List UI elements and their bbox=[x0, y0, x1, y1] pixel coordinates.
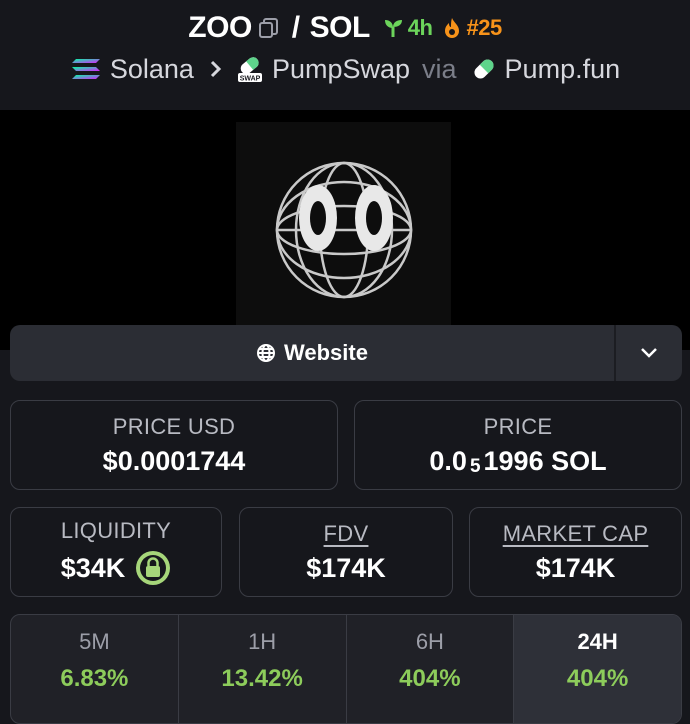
pair-title: ZOO / SOL 4h #25 bbox=[0, 8, 690, 48]
price-usd-label: PRICE USD bbox=[112, 413, 236, 439]
pair-separator: / bbox=[291, 11, 300, 44]
flame-icon bbox=[445, 18, 460, 38]
price-change-tabs: 5M 6.83% 1H 13.42% 6H 404% 24H 404% bbox=[10, 614, 682, 724]
pumpswap-icon: SWAP bbox=[237, 57, 262, 83]
trending-rank-text: #25 bbox=[466, 15, 502, 40]
liquidity-value-row: $34K bbox=[61, 550, 172, 586]
market-cap-label[interactable]: MARKET CAP bbox=[503, 521, 649, 547]
trending-rank: #25 bbox=[442, 15, 502, 41]
globe-icon bbox=[257, 344, 276, 362]
tab-label: 1H bbox=[248, 629, 277, 654]
market-cap-card: MARKET CAP $174K bbox=[469, 507, 682, 597]
fdv-card: FDV $174K bbox=[239, 507, 453, 597]
fdv-value: $174K bbox=[306, 552, 386, 583]
pair-age-text: 4h bbox=[407, 15, 433, 40]
base-token-symbol: ZOO bbox=[188, 11, 252, 44]
quote-token-symbol: SOL bbox=[309, 11, 371, 44]
price-native-prefix: 0.0 bbox=[429, 445, 467, 476]
via-text: via bbox=[422, 53, 457, 84]
solana-icon bbox=[71, 59, 100, 79]
website-button[interactable]: Website bbox=[10, 325, 614, 381]
chevron-right-icon bbox=[210, 60, 222, 78]
links-dropdown-button[interactable] bbox=[614, 325, 682, 381]
tab-label: 24H bbox=[577, 629, 618, 654]
website-label: Website bbox=[284, 340, 368, 365]
token-logo bbox=[236, 122, 451, 337]
launchpad-name: Pump.fun bbox=[504, 53, 621, 84]
pair-header: ZOO / SOL 4h #25 Solana SWAP PumpSwap vi… bbox=[0, 0, 690, 110]
svg-text:SWAP: SWAP bbox=[240, 76, 261, 83]
token-banner bbox=[0, 110, 690, 350]
liquidity-value: $34K bbox=[60, 552, 126, 583]
globe-eyes-logo bbox=[275, 161, 413, 299]
tab-label: 6H bbox=[415, 629, 444, 654]
tab-change-value: 404% bbox=[566, 665, 629, 692]
launchpad-link[interactable]: Pump.fun bbox=[471, 53, 621, 85]
dex-link[interactable]: SWAP PumpSwap bbox=[236, 54, 410, 85]
price-usd-value: $0.0001744 bbox=[102, 445, 246, 476]
sprout-icon bbox=[384, 20, 402, 37]
chain-breadcrumb: Solana SWAP PumpSwap via Pump.fun bbox=[0, 50, 690, 88]
website-bar: Website bbox=[10, 325, 682, 381]
tab-change-value: 6.83% bbox=[60, 665, 129, 692]
fdv-label[interactable]: FDV bbox=[324, 521, 369, 547]
dex-name: PumpSwap bbox=[271, 53, 411, 84]
liquidity-card: LIQUIDITY $34K bbox=[10, 507, 222, 597]
tab-change-value: 13.42% bbox=[221, 665, 303, 692]
lock-icon[interactable] bbox=[135, 550, 171, 586]
pill-icon bbox=[474, 59, 494, 79]
market-cap-value: $174K bbox=[535, 552, 616, 583]
tab-change-value: 404% bbox=[399, 665, 461, 692]
chain-name: Solana bbox=[109, 53, 194, 84]
price-native-digits: 1996 SOL bbox=[483, 445, 607, 476]
price-usd-card: PRICE USD $0.0001744 bbox=[10, 400, 338, 490]
tab-label: 5M bbox=[79, 629, 110, 654]
price-native-card: PRICE 0.0 5 1996 SOL bbox=[354, 400, 682, 490]
chevron-down-icon bbox=[641, 348, 657, 358]
pair-age: 4h bbox=[382, 15, 433, 41]
chain-link[interactable]: Solana bbox=[70, 54, 194, 85]
price-native-zero-count: 5 bbox=[469, 456, 481, 477]
price-native-value: 0.0 5 1996 SOL bbox=[429, 445, 607, 478]
liquidity-label: LIQUIDITY bbox=[60, 518, 172, 543]
price-native-label: PRICE bbox=[483, 413, 553, 439]
copy-icon[interactable] bbox=[258, 17, 280, 39]
